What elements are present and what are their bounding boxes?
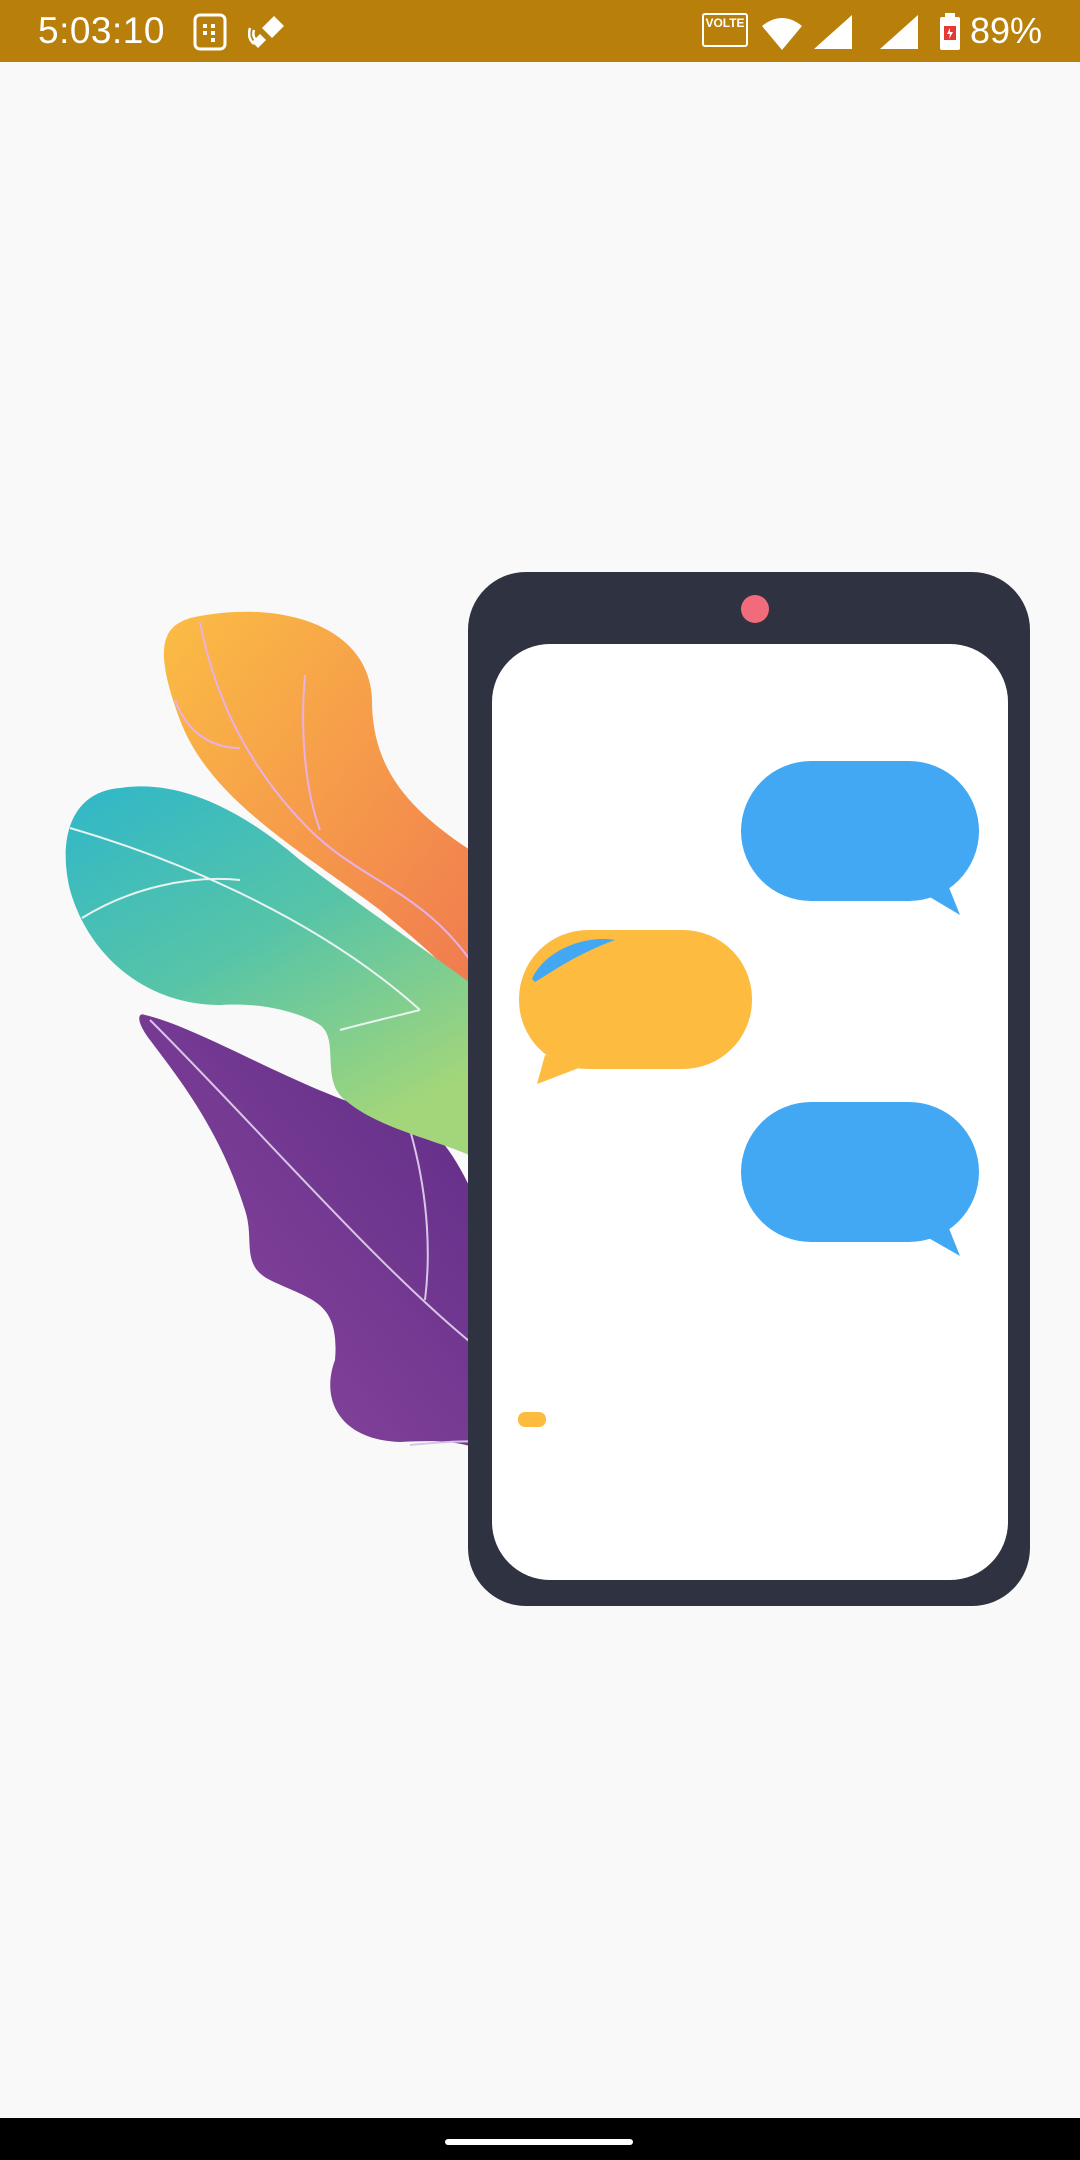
- status-time: 5:03:10: [38, 10, 165, 51]
- volte-icon: VOLTE: [702, 13, 748, 47]
- wifi-calling-icon: [248, 16, 284, 48]
- signal-icon-2: [880, 15, 918, 49]
- home-indicator[interactable]: [445, 2139, 633, 2145]
- phone-frame: [468, 572, 1030, 1606]
- sim-card-icon: [193, 13, 227, 51]
- camera-dot: [741, 595, 769, 623]
- wifi-icon: [762, 18, 802, 50]
- status-bar: 5:03:10 VOLTE 89%: [0, 0, 1080, 62]
- chat-bubble-outgoing: [741, 761, 979, 915]
- navigation-bar: [0, 2118, 1080, 2160]
- battery-percent: 89%: [969, 10, 1042, 51]
- chat-illustration: [65, 572, 1030, 1606]
- battery-icon: [940, 13, 960, 50]
- typing-indicator: [518, 1412, 546, 1427]
- signal-icon: [814, 15, 852, 49]
- volte-label: VOLTE: [705, 16, 745, 30]
- chat-bubble-outgoing-2: [741, 1102, 979, 1256]
